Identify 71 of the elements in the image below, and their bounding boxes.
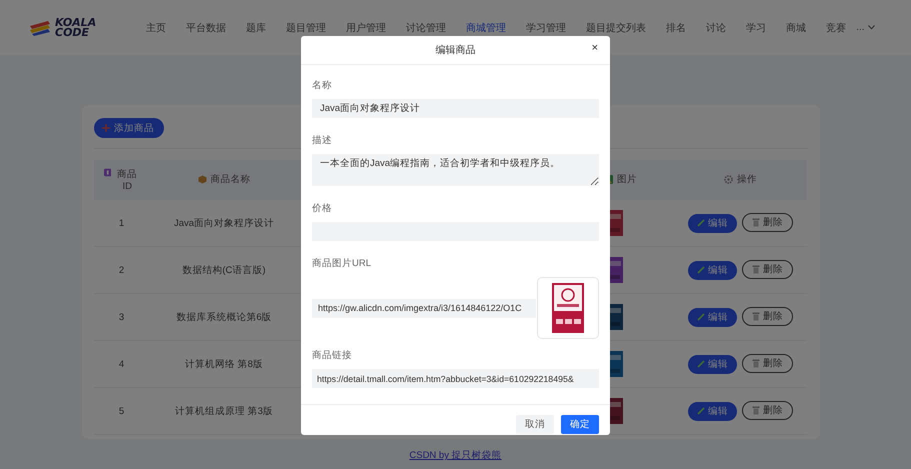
table-cell: 1 xyxy=(118,218,124,228)
trash-icon xyxy=(752,218,760,228)
confirm-button[interactable]: 确定 xyxy=(561,414,599,434)
nav-item[interactable]: 讨论管理 xyxy=(396,20,456,34)
logo-icon xyxy=(28,20,52,36)
delete-button[interactable]: 删除 xyxy=(742,307,793,326)
nav-item[interactable]: 学习管理 xyxy=(516,20,576,34)
column-header: 商品ID xyxy=(116,168,138,192)
field-label: 价格 xyxy=(312,202,332,215)
trash-icon xyxy=(752,312,760,322)
nav-item[interactable]: 排名 xyxy=(656,20,696,34)
delete-button[interactable]: 删除 xyxy=(742,260,793,280)
input-field[interactable]: https://gw.alicdn.com/imgextra/i3/1614846122/O1C xyxy=(312,298,536,318)
close-button[interactable]: × xyxy=(590,42,600,54)
delete-button[interactable]: 删除 xyxy=(742,354,793,374)
dialog-title: 编辑商品 xyxy=(436,44,476,57)
table-cell: 3 xyxy=(118,312,124,322)
field-label: 描述 xyxy=(312,134,332,147)
trash-icon xyxy=(752,406,760,416)
pencil-icon xyxy=(697,219,705,228)
pencil-icon xyxy=(697,407,705,416)
nav-item[interactable]: 用户管理 xyxy=(336,20,396,34)
table-cell: 2 xyxy=(118,264,124,276)
plus-icon xyxy=(102,124,110,132)
table-cell: 计算机组成原理 第3版 xyxy=(175,406,273,416)
nav-item[interactable]: 商城 xyxy=(776,20,816,34)
nav-item[interactable]: 题目提交列表 xyxy=(576,20,656,34)
id-icon xyxy=(104,168,111,177)
edit-button[interactable]: 编辑 xyxy=(688,260,737,280)
table-cell: 数据库系统概论第6版 xyxy=(176,312,272,322)
table-cell: 计算机网络 第8版 xyxy=(185,358,263,370)
column-header: 图片 xyxy=(617,173,637,186)
column-header: 操作 xyxy=(737,173,757,186)
nav-item[interactable]: 讨论 xyxy=(696,20,736,34)
column-header: 商品名称 xyxy=(210,173,250,186)
gear-icon xyxy=(724,175,733,184)
add-product-button[interactable]: 添加商品 xyxy=(94,118,164,138)
edit-button[interactable]: 编辑 xyxy=(688,308,737,327)
nav-item[interactable]: 商城管理 xyxy=(456,20,516,34)
table-cell: 数据结构(C语言版) xyxy=(182,264,266,276)
field-label: 商品图片URL xyxy=(312,257,372,270)
field-label: 商品链接 xyxy=(312,349,352,362)
delete-button[interactable]: 删除 xyxy=(742,401,793,420)
nav-item[interactable]: 题目管理 xyxy=(276,20,336,34)
edit-button[interactable]: 编辑 xyxy=(688,354,737,374)
pencil-icon xyxy=(697,360,705,368)
table-cell: Java面向对象程序设计 xyxy=(174,218,274,228)
nav-item[interactable]: 平台数据 xyxy=(176,20,236,34)
nav-item[interactable]: 题库 xyxy=(236,20,276,34)
text-area[interactable]: 一本全面的Java编程指南，适合初学者和中级程序员。 xyxy=(312,154,599,186)
edit-button[interactable]: 编辑 xyxy=(688,402,737,421)
delete-button[interactable]: 删除 xyxy=(742,213,793,232)
cancel-button[interactable]: 取消 xyxy=(516,414,554,434)
pencil-icon xyxy=(697,313,705,322)
edit-button[interactable]: 编辑 xyxy=(688,214,737,233)
more-menu[interactable]: ... xyxy=(856,22,865,33)
trash-icon xyxy=(752,359,760,368)
input-field[interactable]: https://detail.tmall.com/item.htm?abbucket=3&id=610292218495& xyxy=(312,369,599,388)
table-cell: 4 xyxy=(118,358,124,370)
nav-item[interactable]: 主页 xyxy=(136,20,176,34)
trash-icon xyxy=(752,265,760,274)
input-field[interactable]: Java面向对象程序设计 xyxy=(312,99,599,118)
nav-item[interactable]: 学习 xyxy=(736,20,776,34)
chevron-down-icon xyxy=(868,25,875,30)
logo-text: KOALA CODE xyxy=(55,18,96,38)
footer-link[interactable]: CSDN by 捉只树袋熊 xyxy=(409,450,502,461)
pencil-icon xyxy=(697,266,705,274)
table-cell: 5 xyxy=(118,406,124,416)
field-label: 名称 xyxy=(312,79,332,92)
box-icon xyxy=(198,175,206,184)
nav-item[interactable]: 竞赛 xyxy=(816,20,856,34)
